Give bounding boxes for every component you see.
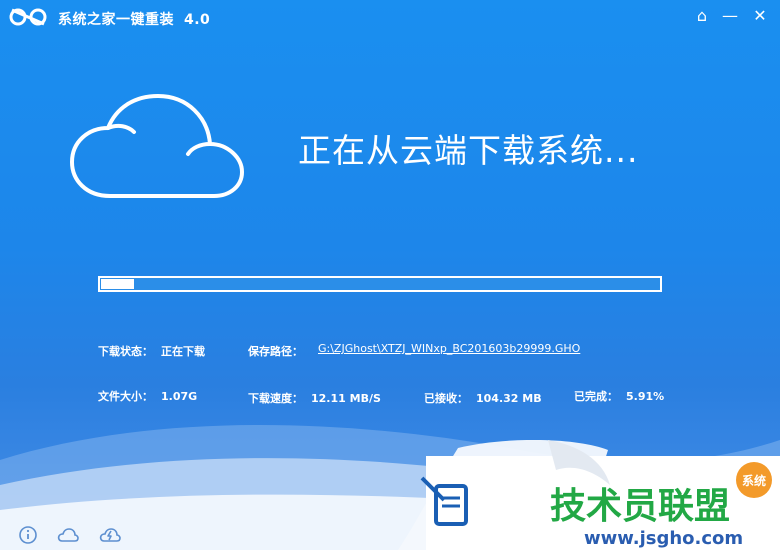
app-name: 系统之家一键重装	[58, 12, 174, 28]
download-status-value: 正在下载	[161, 345, 205, 358]
cloud-small-icon[interactable]	[56, 525, 80, 545]
home-icon: ⌂	[696, 6, 708, 25]
received: 已接收： 104.32 MB	[424, 390, 542, 406]
received-label: 已接收：	[424, 392, 468, 405]
close-button[interactable]: ✕	[748, 4, 772, 28]
app-version: 4.0	[184, 12, 211, 28]
file-size-value: 1.07G	[161, 390, 198, 403]
cloud-icon	[70, 94, 244, 198]
download-speed: 下载速度： 12.11 MB/S	[248, 390, 381, 406]
progress-fill	[101, 279, 134, 289]
lightning-icon[interactable]	[98, 525, 122, 545]
save-path-link[interactable]: G:\ZJGhost\XTZJ_WINxp_BC201603b29999.GHO	[318, 342, 580, 355]
info-icon[interactable]	[16, 525, 40, 545]
title-bar[interactable]: 系统之家一键重装 4.0 ⌂ — ✕	[0, 0, 780, 34]
minimize-icon: —	[722, 6, 738, 25]
completed-value: 5.91%	[626, 390, 665, 403]
watermark-badge: 系统	[742, 473, 766, 488]
save-path-label-text: 保存路径：	[248, 345, 303, 358]
watermark-url: www.jsgho.com	[584, 528, 743, 549]
received-value: 104.32 MB	[476, 392, 542, 405]
home-button[interactable]: ⌂	[690, 4, 714, 28]
download-speed-value: 12.11 MB/S	[311, 392, 381, 405]
file-size: 文件大小： 1.07G	[98, 388, 197, 404]
watermark-overlay: 技术员联盟 www.jsgho.com 系统	[398, 440, 780, 550]
window-title: 系统之家一键重装 4.0	[58, 9, 210, 29]
close-icon: ✕	[753, 6, 767, 25]
completed: 已完成： 5.91%	[574, 388, 664, 404]
download-speed-label: 下载速度：	[248, 392, 303, 405]
watermark-brand: 技术员联盟	[550, 486, 730, 527]
save-path-label: 保存路径：	[248, 343, 303, 359]
download-progress-bar	[98, 276, 662, 292]
download-status: 下载状态： 正在下载	[98, 343, 205, 359]
app-logo-icon	[9, 8, 47, 26]
status-headline: 正在从云端下载系统...	[298, 131, 639, 170]
minimize-button[interactable]: —	[718, 4, 742, 28]
download-status-label: 下载状态：	[98, 345, 153, 358]
installer-window: 系统之家一键重装 4.0 ⌂ — ✕ 正在从云端下载系统... 下载状态： 正在下载…	[0, 0, 780, 550]
file-size-label: 文件大小：	[98, 390, 153, 403]
completed-label: 已完成：	[574, 390, 618, 403]
